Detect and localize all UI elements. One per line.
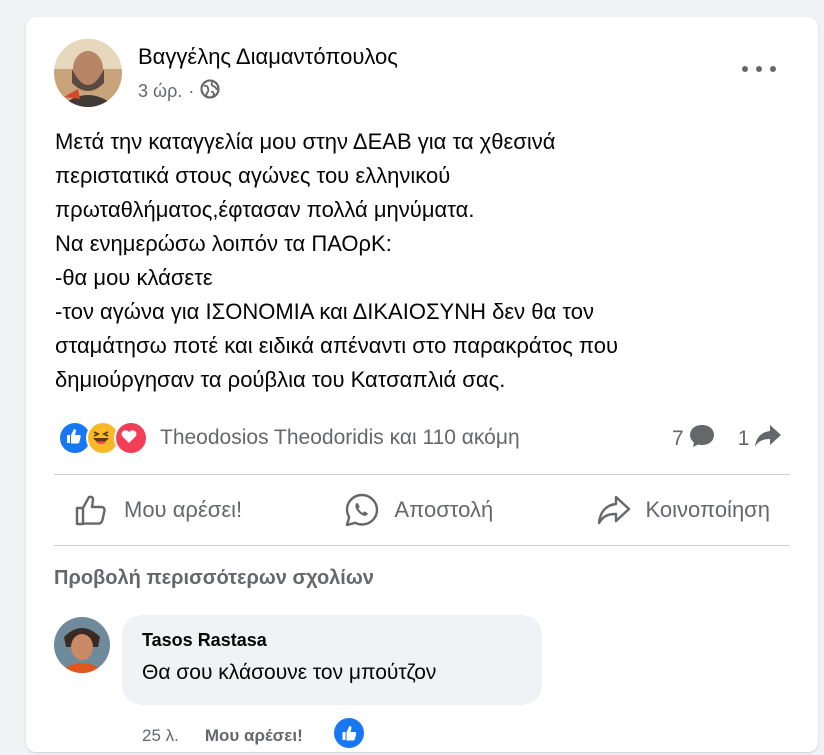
post-time[interactable]: 3 ώρ. — [138, 81, 182, 102]
post-line: -τον αγώνα για ΙΣΟΝΟΜΙΑ και ΔΙΚΑΙΟΣΥΝΗ δ… — [55, 299, 594, 324]
share-button-label: Κοινοποίηση — [645, 497, 771, 522]
meta-separator: · — [188, 81, 195, 101]
more-dot — [742, 66, 748, 72]
post-line: Να ενημερώσω λοιπόν τα ΠΑΟρΚ: — [55, 231, 392, 256]
comment-like-button[interactable]: Μου αρέσει! — [205, 726, 303, 746]
comment-like-reaction-icon[interactable] — [333, 717, 365, 752]
divider — [54, 545, 790, 546]
post-line: Μετά την καταγγελία μου στην ΔΕΑΒ για τα… — [55, 129, 556, 154]
more-dot — [770, 66, 776, 72]
reactions-summary[interactable]: Theodosios Theodoridis και 110 ακόμη — [160, 426, 520, 450]
author-name[interactable]: Βαγγέλης Διαμαντόπουλος — [138, 44, 398, 70]
post-card: Βαγγέλης Διαμαντόπουλος 3 ώρ. · Μετά την… — [26, 17, 818, 752]
like-button[interactable]: Μου αρέσει! — [54, 493, 262, 527]
more-options-button[interactable] — [742, 59, 776, 79]
comment-icon[interactable] — [688, 423, 716, 455]
send-button[interactable]: Αποστολή — [324, 492, 513, 528]
author-avatar[interactable] — [54, 39, 122, 107]
commenter-avatar[interactable] — [54, 617, 110, 673]
comment-footer: 25 λ. Μου αρέσει! — [142, 717, 365, 752]
like-button-label: Μου αρέσει! — [124, 497, 243, 522]
post-line: δημιούργησαν τα ρούβλια του Κατσαπλιά σα… — [55, 367, 506, 392]
globe-icon[interactable] — [200, 79, 220, 104]
love-reaction-icon — [114, 421, 148, 455]
comment-time[interactable]: 25 λ. — [142, 726, 179, 746]
commenter-name[interactable]: Tasos Rastasa — [142, 630, 267, 651]
comment-bubble: Tasos Rastasa Θα σου κλάσουνε τον μπούτζ… — [122, 615, 542, 705]
send-button-label: Αποστολή — [394, 497, 494, 522]
whatsapp-icon — [346, 493, 379, 527]
post-actions: Μου αρέσει! Αποστολή Κοινοποίηση — [54, 475, 790, 545]
comment-text: Θα σου κλάσουνε τον μπούτζον — [142, 661, 437, 684]
share-button[interactable]: Κοινοποίηση — [576, 493, 791, 527]
more-dot — [756, 66, 762, 72]
post-line: σταμάτησω ποτέ και ειδικά απέναντι στο π… — [55, 333, 619, 358]
engagement-counts: 7 1 — [672, 423, 783, 455]
post-line: -θα μου κλάσετε — [55, 265, 213, 290]
share-arrow-icon[interactable] — [753, 423, 783, 455]
view-more-comments-link[interactable]: Προβολή περισσότερων σχολίων — [54, 567, 374, 590]
reaction-icons[interactable] — [58, 420, 148, 456]
post-body: Μετά την καταγγελία μου στην ΔΕΑΒ για τα… — [55, 125, 795, 397]
post-line: πρωταθλήματος,έφτασαν πολλά μηνύματα. — [55, 197, 475, 222]
comment-count[interactable]: 7 — [672, 427, 684, 451]
thumbs-up-icon — [75, 495, 106, 526]
share-icon — [597, 495, 630, 525]
post-line: περιστατικά στους αγώνες του ελληνικού — [55, 163, 451, 188]
post-meta: 3 ώρ. · — [138, 79, 220, 104]
share-count[interactable]: 1 — [738, 427, 750, 451]
